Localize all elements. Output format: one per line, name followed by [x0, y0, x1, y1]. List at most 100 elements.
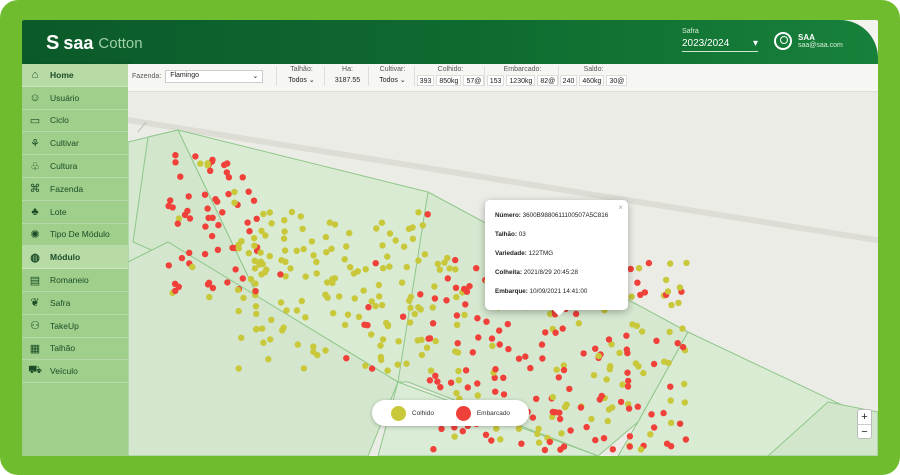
module-marker[interactable]: [600, 435, 608, 442]
module-marker[interactable]: [667, 397, 674, 404]
module-marker[interactable]: [455, 367, 462, 375]
module-marker[interactable]: [474, 380, 481, 387]
module-marker[interactable]: [355, 313, 363, 320]
module-marker[interactable]: [238, 334, 245, 341]
module-marker[interactable]: [441, 259, 448, 266]
module-marker[interactable]: [583, 423, 590, 431]
close-icon[interactable]: ×: [618, 203, 623, 212]
module-marker[interactable]: [492, 366, 499, 373]
module-marker[interactable]: [379, 265, 387, 272]
module-marker[interactable]: [250, 197, 258, 204]
module-marker[interactable]: [326, 219, 333, 226]
module-marker[interactable]: [425, 335, 432, 342]
module-marker[interactable]: [634, 403, 641, 410]
module-marker[interactable]: [434, 378, 441, 385]
sidebar-item-cultura[interactable]: ♧ Cultura: [22, 155, 128, 178]
module-marker[interactable]: [437, 384, 444, 391]
module-marker[interactable]: [247, 275, 255, 283]
module-marker[interactable]: [648, 411, 655, 418]
module-marker[interactable]: [232, 266, 239, 273]
module-marker[interactable]: [202, 223, 209, 230]
module-marker[interactable]: [207, 167, 214, 174]
module-marker[interactable]: [214, 246, 222, 253]
module-marker[interactable]: [638, 328, 646, 335]
module-marker[interactable]: [628, 293, 635, 300]
module-marker[interactable]: [664, 288, 672, 295]
module-marker[interactable]: [555, 374, 562, 381]
module-marker[interactable]: [598, 392, 605, 400]
module-marker[interactable]: [452, 256, 459, 264]
module-marker[interactable]: [426, 377, 434, 384]
module-marker[interactable]: [572, 310, 580, 318]
module-marker[interactable]: [384, 253, 391, 260]
module-marker[interactable]: [169, 204, 176, 211]
module-marker[interactable]: [212, 196, 219, 203]
module-marker[interactable]: [300, 365, 308, 372]
cultivar-select[interactable]: Todos ⌄: [377, 75, 408, 86]
module-marker[interactable]: [365, 304, 372, 311]
sidebar-item-home[interactable]: ⌂ Home: [22, 64, 128, 87]
module-marker[interactable]: [224, 279, 231, 286]
module-marker[interactable]: [627, 265, 634, 273]
module-marker[interactable]: [650, 424, 658, 431]
module-marker[interactable]: [453, 293, 460, 301]
module-marker[interactable]: [676, 420, 684, 427]
module-marker[interactable]: [167, 197, 174, 204]
module-marker[interactable]: [443, 297, 450, 304]
module-marker[interactable]: [632, 360, 640, 367]
module-marker[interactable]: [235, 245, 242, 252]
module-marker[interactable]: [683, 259, 690, 267]
module-marker[interactable]: [556, 415, 564, 423]
module-marker[interactable]: [406, 297, 413, 304]
module-marker[interactable]: [235, 307, 242, 315]
module-marker[interactable]: [185, 193, 192, 200]
module-marker[interactable]: [324, 279, 331, 286]
module-marker[interactable]: [281, 217, 288, 224]
module-marker[interactable]: [488, 437, 495, 444]
module-marker[interactable]: [567, 427, 574, 434]
module-marker[interactable]: [297, 213, 304, 220]
sidebar-item-veiculo[interactable]: ⛟ Veículo: [22, 360, 128, 384]
sidebar-item-romaneio[interactable]: ▤ Romaneio: [22, 269, 128, 292]
module-marker[interactable]: [454, 349, 462, 356]
module-marker[interactable]: [400, 243, 408, 250]
module-marker[interactable]: [625, 377, 632, 385]
module-marker[interactable]: [682, 436, 690, 443]
module-marker[interactable]: [423, 344, 431, 351]
module-marker[interactable]: [376, 293, 383, 300]
module-marker[interactable]: [542, 329, 549, 336]
module-marker[interactable]: [595, 352, 602, 360]
module-marker[interactable]: [561, 403, 569, 411]
module-marker[interactable]: [434, 260, 441, 268]
module-marker[interactable]: [407, 304, 414, 312]
module-marker[interactable]: [500, 374, 507, 381]
module-marker[interactable]: [588, 415, 595, 423]
module-marker[interactable]: [539, 355, 546, 362]
safra-selector[interactable]: Safra 2023/2024 ▾: [682, 28, 758, 52]
module-marker[interactable]: [361, 321, 368, 328]
module-marker[interactable]: [403, 263, 410, 271]
module-marker[interactable]: [308, 238, 316, 245]
module-marker[interactable]: [679, 343, 687, 351]
module-marker[interactable]: [330, 310, 337, 317]
module-marker[interactable]: [354, 268, 361, 275]
module-marker[interactable]: [265, 356, 272, 363]
module-marker[interactable]: [446, 265, 453, 272]
module-marker[interactable]: [384, 367, 391, 374]
module-marker[interactable]: [415, 304, 422, 311]
module-marker[interactable]: [201, 191, 209, 198]
module-marker[interactable]: [231, 199, 238, 206]
module-marker[interactable]: [668, 301, 675, 309]
module-marker[interactable]: [637, 446, 645, 453]
module-marker[interactable]: [549, 408, 556, 416]
module-marker[interactable]: [341, 256, 348, 263]
module-marker[interactable]: [246, 228, 253, 235]
sidebar-item-safra[interactable]: ❦ Safra: [22, 292, 128, 315]
module-marker[interactable]: [667, 383, 674, 390]
module-marker[interactable]: [215, 221, 222, 229]
module-marker[interactable]: [418, 336, 425, 343]
module-marker[interactable]: [293, 247, 300, 254]
module-marker[interactable]: [529, 414, 537, 421]
module-marker[interactable]: [392, 237, 399, 244]
module-marker[interactable]: [496, 327, 503, 334]
